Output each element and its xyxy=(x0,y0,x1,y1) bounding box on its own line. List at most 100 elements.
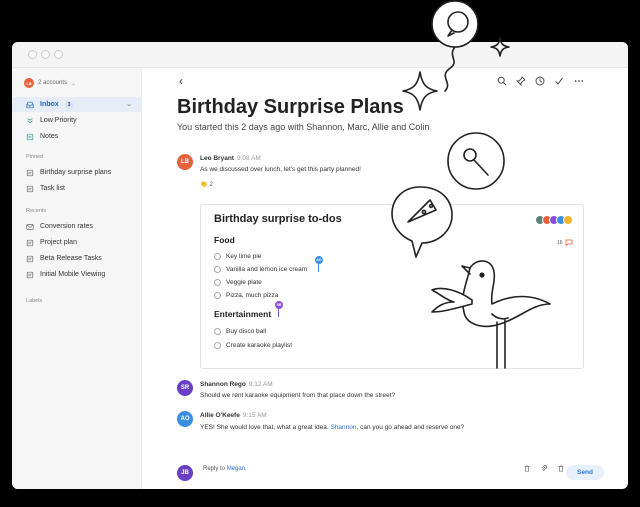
mention-link[interactable]: Shannon xyxy=(330,424,356,431)
checkbox[interactable] xyxy=(214,252,221,260)
checkmark-icon[interactable] xyxy=(554,76,564,86)
todo-label: Pizza, much pizza xyxy=(226,291,279,299)
account-avatar: LB xyxy=(24,78,34,88)
message-text: As we discussed over lunch, let's get th… xyxy=(200,166,361,173)
todo-label: Key lime pie xyxy=(226,252,262,260)
avatar[interactable]: SR xyxy=(177,380,193,396)
send-button[interactable]: Send xyxy=(566,465,604,480)
note-icon xyxy=(26,169,34,176)
low-priority-icon xyxy=(27,117,33,123)
search-icon[interactable] xyxy=(497,76,507,86)
todo-item[interactable]: Veggie plate xyxy=(214,277,262,287)
message-author: Shannon Rego 9:12 AM xyxy=(200,381,273,388)
attach-icon[interactable] xyxy=(540,464,548,472)
text-cursor xyxy=(318,264,319,272)
message-text-part: , can you go ahead and reserve one? xyxy=(356,424,465,431)
close-window-button[interactable] xyxy=(28,50,37,59)
sidebar-item-inbox[interactable]: Inbox 3 ⌄ xyxy=(12,97,142,112)
todo-item[interactable]: Buy disco ball xyxy=(214,326,266,336)
sidebar-item-label: Initial Mobile Viewing xyxy=(40,271,106,278)
current-user-avatar: JB xyxy=(177,465,193,481)
back-arrow-icon[interactable]: ‹ xyxy=(179,74,183,88)
checkbox[interactable] xyxy=(214,278,221,286)
sidebar-item-conversion-rates[interactable]: Conversion rates xyxy=(12,219,142,234)
note-icon xyxy=(26,185,34,192)
checkbox[interactable] xyxy=(214,327,221,335)
title-bar xyxy=(12,42,628,68)
sidebar-item-label: Birthday surprise plans xyxy=(40,169,112,176)
stage: LB 2 accounts ⌄ Inbox 3 ⌄ Low Priority N… xyxy=(0,0,640,507)
comment-count[interactable]: 16 xyxy=(557,239,573,246)
clap-icon: 👏 xyxy=(200,182,208,188)
minimize-window-button[interactable] xyxy=(41,50,50,59)
text-cursor xyxy=(278,309,279,317)
more-options-icon[interactable] xyxy=(574,76,584,86)
sidebar-item-initial-mobile-viewing[interactable]: Initial Mobile Viewing xyxy=(12,267,142,282)
message-time: 9:12 AM xyxy=(248,381,273,388)
sidebar-item-project-plan[interactable]: Project plan xyxy=(12,235,142,250)
reply-target: Megan, xyxy=(226,466,247,472)
page-title: Birthday Surprise Plans xyxy=(177,96,404,118)
message-author: Allie O'Keefe 9:15 AM xyxy=(200,412,267,419)
sidebar-item-label: Project plan xyxy=(40,239,77,246)
sidebar-item-label: Notes xyxy=(40,133,59,140)
sidebar-item-notes[interactable]: Notes xyxy=(12,129,142,144)
pin-icon[interactable] xyxy=(516,76,526,86)
sidebar-item-task-list[interactable]: Task list xyxy=(12,181,142,196)
collaborator-cursor-ao: AO xyxy=(315,256,323,264)
reply-to-label[interactable]: Reply to Megan, xyxy=(203,466,247,472)
note-icon xyxy=(26,271,34,278)
collaborator-facepile[interactable] xyxy=(535,215,575,225)
card-title: Birthday surprise to-dos xyxy=(214,213,342,225)
author-name: Shannon Rego xyxy=(200,381,246,388)
checkbox[interactable] xyxy=(214,341,221,349)
todo-label: Buy disco ball xyxy=(226,327,267,335)
account-label: 2 accounts xyxy=(38,80,68,86)
clock-icon[interactable] xyxy=(535,76,545,86)
sidebar-item-birthday-surprise-plans[interactable]: Birthday surprise plans xyxy=(12,165,142,180)
sidebar-item-beta-release-tasks[interactable]: Beta Release Tasks xyxy=(12,251,142,266)
note-icon xyxy=(26,239,34,246)
notes-icon xyxy=(26,133,34,140)
chevron-down-icon[interactable]: ⌄ xyxy=(126,100,132,108)
message-author: Leo Bryant 9:08 AM xyxy=(200,155,261,162)
zoom-window-button[interactable] xyxy=(54,50,63,59)
note-icon xyxy=(26,255,34,262)
avatar[interactable]: AO xyxy=(177,411,193,427)
collaborator-cursor-sr: SR xyxy=(275,301,283,309)
labels-section-label: Labels xyxy=(26,298,43,304)
sidebar-item-low-priority[interactable]: Low Priority xyxy=(12,113,142,128)
avatar[interactable]: LB xyxy=(177,154,193,170)
sidebar-item-label: Task list xyxy=(40,185,65,192)
sidebar-item-label: Conversion rates xyxy=(40,223,93,230)
trash-icon[interactable] xyxy=(557,464,565,472)
entertainment-heading: Entertainment xyxy=(214,309,272,319)
reaction-chip[interactable]: 👏 2 xyxy=(200,181,213,189)
mail-icon xyxy=(26,223,34,230)
sidebar-item-label: Beta Release Tasks xyxy=(40,255,102,262)
reply-prefix: Reply to xyxy=(203,466,227,472)
todo-item[interactable]: Create karaoke playlist xyxy=(214,340,292,350)
food-heading: Food xyxy=(214,235,235,245)
message-text-part: YES! She would love that, what a great i… xyxy=(200,424,331,431)
todo-item[interactable]: Key lime pie xyxy=(214,251,261,261)
page-subtitle: You started this 2 days ago with Shannon… xyxy=(177,122,430,132)
todo-item[interactable]: Vanilla and lemon ice cream xyxy=(214,264,307,274)
checkbox[interactable] xyxy=(214,265,221,273)
author-name: Allie O'Keefe xyxy=(200,412,240,419)
recents-section-label: Recents xyxy=(26,208,47,214)
account-switcher[interactable]: LB 2 accounts ⌄ xyxy=(24,76,76,90)
message-time: 9:15 AM xyxy=(242,412,267,419)
inbox-count-badge: 3 xyxy=(64,100,74,109)
todo-label: Create karaoke playlist xyxy=(226,341,293,349)
todo-card[interactable]: Birthday surprise to-dos 16 Food Key lim… xyxy=(200,204,584,369)
chevron-down-icon: ⌄ xyxy=(71,80,77,87)
todo-item[interactable]: Pizza, much pizza xyxy=(214,290,278,300)
checkbox[interactable] xyxy=(214,291,221,299)
todo-label: Veggie plate xyxy=(226,278,262,286)
delete-icon[interactable] xyxy=(523,464,531,472)
collaborator-avatar xyxy=(563,215,573,225)
author-name: Leo Bryant xyxy=(200,155,234,162)
message-text: Should we rent karaoke equipment from th… xyxy=(200,392,396,399)
reaction-count: 2 xyxy=(209,181,213,188)
